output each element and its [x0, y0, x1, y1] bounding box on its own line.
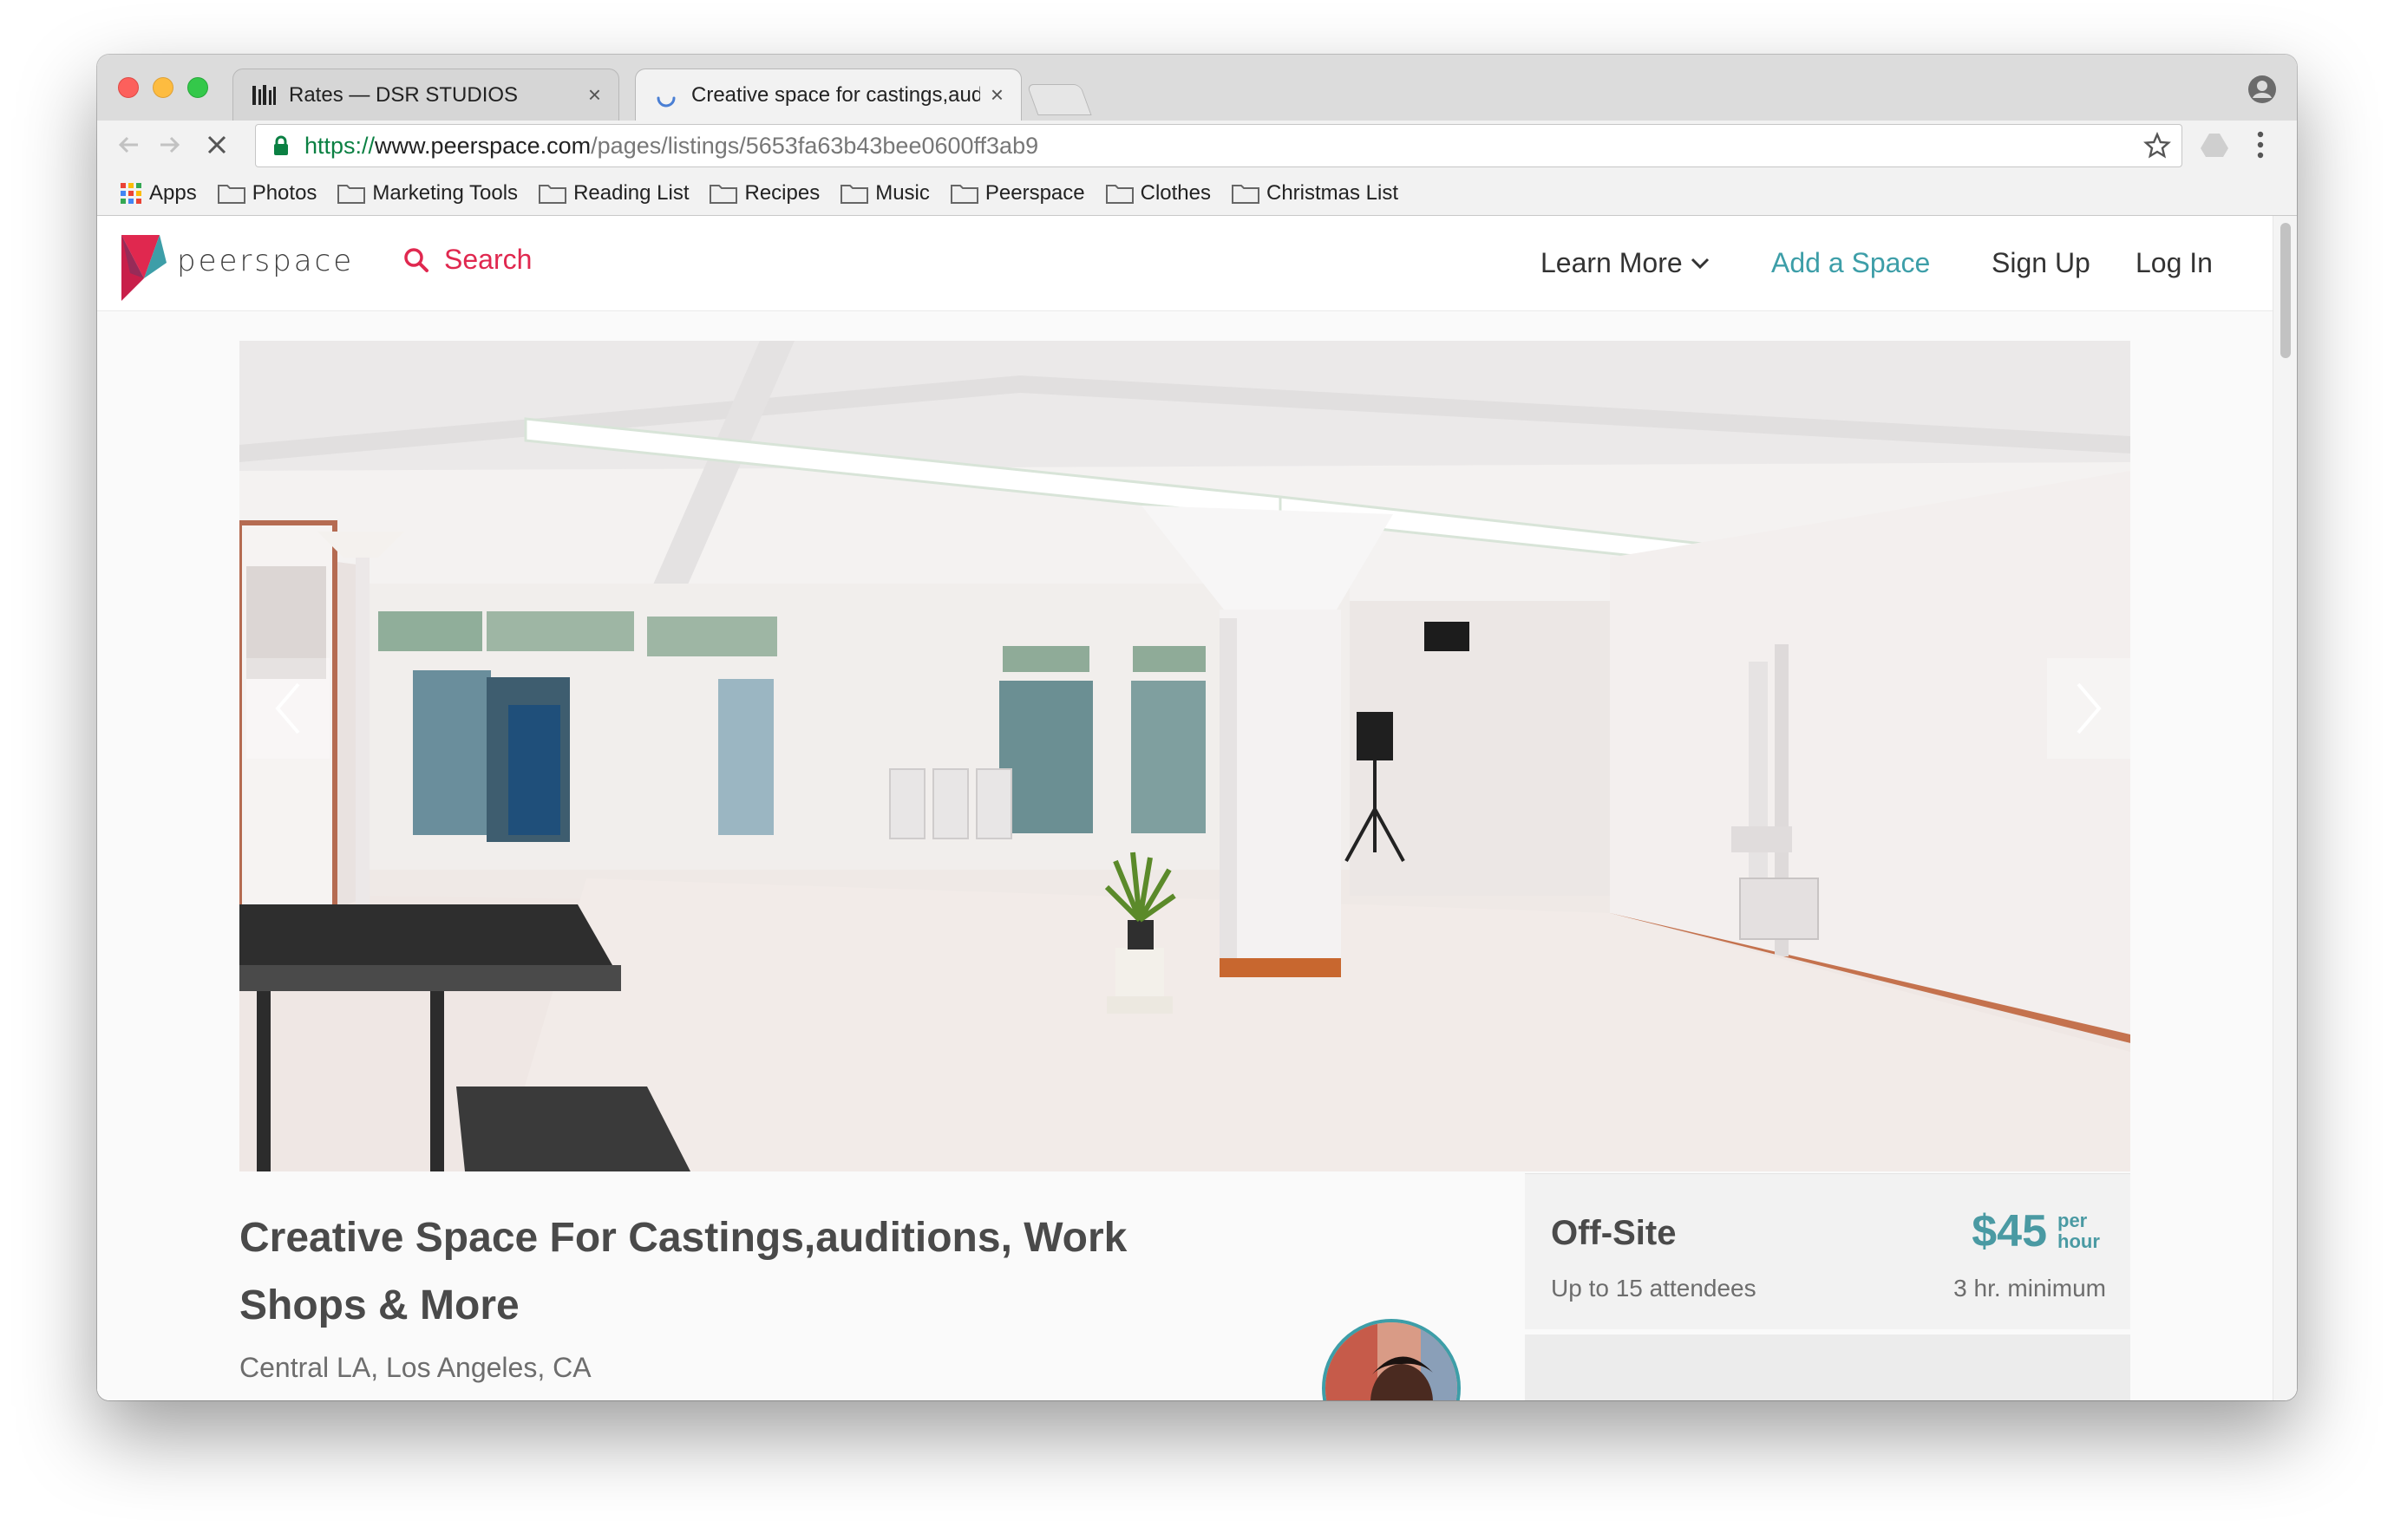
- chevron-right-icon: [2077, 682, 2102, 734]
- listing-photo-carousel[interactable]: [239, 341, 2130, 1171]
- bookmark-label: Photos: [252, 180, 317, 205]
- folder-icon: [950, 184, 978, 204]
- bookmark-clothes[interactable]: Clothes: [1105, 180, 1211, 206]
- bookmark-star-icon[interactable]: [2143, 132, 2171, 160]
- url-path: /pages/listings/5653fa63b43bee0600ff3ab9: [591, 132, 1039, 159]
- back-button[interactable]: [111, 127, 146, 162]
- bookmark-marketing-tools[interactable]: Marketing Tools: [337, 181, 518, 206]
- tab-dsr-studios[interactable]: Rates — DSR STUDIOS ×: [232, 69, 619, 121]
- bookmark-label: Clothes: [1140, 180, 1211, 205]
- folder-icon: [337, 184, 366, 204]
- drive-extension-icon[interactable]: [2200, 131, 2229, 159]
- bookmark-christmas-list[interactable]: Christmas List: [1232, 181, 1398, 206]
- url-protocol: https://: [304, 132, 376, 159]
- carousel-prev-button[interactable]: [246, 658, 330, 759]
- back-arrow-icon: [118, 136, 138, 153]
- minimize-window-button[interactable]: [153, 77, 173, 98]
- nav-sign-up[interactable]: Sign Up: [1992, 247, 2090, 279]
- bookmark-recipes[interactable]: Recipes: [710, 181, 820, 206]
- bookmark-label: Music: [875, 180, 930, 205]
- folder-icon: [539, 184, 567, 204]
- nav-learn-more-label: Learn More: [1540, 247, 1683, 278]
- folder-icon: [1232, 184, 1259, 204]
- bookmark-label: Recipes: [744, 180, 821, 205]
- bookmark-label: Marketing Tools: [372, 180, 519, 205]
- chevron-left-icon: [275, 682, 300, 734]
- nav-add-a-space[interactable]: Add a Space: [1771, 247, 1930, 279]
- apps-grid-icon: [121, 182, 141, 204]
- bookmark-peerspace[interactable]: Peerspace: [950, 180, 1085, 206]
- page-scrollbar[interactable]: [2273, 216, 2297, 1400]
- tab-title: Creative space for castings,auditions, W…: [691, 82, 980, 107]
- listing-title: Creative Space For Castings,auditions, W…: [239, 1215, 1128, 1328]
- folder-icon: [710, 184, 738, 204]
- booking-type: Off-Site: [1551, 1214, 1677, 1252]
- loading-spinner-icon: [657, 96, 676, 107]
- hourly-price: $45: [1972, 1206, 2047, 1256]
- booking-form-area: [1525, 1334, 2130, 1400]
- booking-summary: Off-Site Up to 15 attendees $45 per hour…: [1525, 1173, 2130, 1329]
- url-host: www.peerspace.com: [375, 132, 592, 159]
- close-window-button[interactable]: [118, 77, 139, 98]
- peerspace-wordmark[interactable]: peerspace: [177, 244, 354, 278]
- search-icon: [404, 247, 428, 272]
- tab-close-icon[interactable]: ×: [588, 82, 601, 108]
- tab-creative-space[interactable]: Creative space for castings,auditions, W…: [635, 69, 1022, 121]
- zoom-window-button[interactable]: [187, 77, 208, 98]
- listing-location: Central LA, Los Angeles, CA: [239, 1352, 592, 1383]
- folder-icon: [217, 184, 245, 204]
- tab-title: Rates — DSR STUDIOS: [289, 82, 519, 107]
- booking-minimum: 3 hr. minimum: [1953, 1275, 2106, 1302]
- folder-icon: [841, 184, 869, 204]
- folder-icon: [1105, 184, 1134, 204]
- bookmark-music[interactable]: Music: [841, 181, 930, 206]
- forward-button[interactable]: [153, 127, 187, 162]
- price-unit: per hour: [2057, 1210, 2106, 1252]
- bookmarks-bar: Apps Photos Marketing Tools Reading List…: [97, 171, 2297, 216]
- bookmark-label: Christmas List: [1266, 180, 1399, 205]
- browser-window: Rates — DSR STUDIOS × Creative space for…: [97, 55, 2297, 1400]
- nav-log-in[interactable]: Log In: [2136, 247, 2213, 279]
- carousel-next-button[interactable]: [2047, 658, 2130, 759]
- bookmark-label: Apps: [149, 180, 197, 205]
- price-unit-label: per hour: [2057, 1210, 2100, 1252]
- stop-loading-button[interactable]: [200, 127, 234, 162]
- booking-capacity: Up to 15 attendees: [1551, 1275, 1756, 1302]
- stop-x-icon: [207, 135, 226, 154]
- address-bar[interactable]: https://www.peerspace.com/pages/listings…: [255, 124, 2182, 167]
- bookmark-apps[interactable]: Apps: [120, 181, 197, 206]
- search-link[interactable]: Search: [402, 244, 532, 276]
- lock-icon: [274, 135, 288, 155]
- nav-learn-more[interactable]: Learn More: [1540, 247, 1710, 279]
- new-tab-button[interactable]: [1026, 84, 1092, 115]
- more-menu-icon[interactable]: [2255, 129, 2266, 160]
- forward-arrow-icon: [160, 136, 180, 153]
- chevron-down-icon: [1691, 258, 1709, 269]
- profile-icon[interactable]: [2247, 74, 2278, 105]
- scrollbar-thumb[interactable]: [2280, 223, 2291, 358]
- tab-strip: Rates — DSR STUDIOS × Creative space for…: [97, 55, 2297, 121]
- search-label: Search: [444, 244, 533, 275]
- web-page: peerspace Search Learn More Add a Space …: [97, 216, 2297, 1400]
- bookmark-label: Peerspace: [984, 180, 1085, 205]
- bookmark-reading-list[interactable]: Reading List: [539, 181, 689, 206]
- site-header: peerspace Search Learn More Add a Space …: [97, 216, 2273, 311]
- dsr-favicon-icon: [252, 84, 276, 105]
- tab-close-icon[interactable]: ×: [991, 82, 1004, 108]
- studio-photo: [239, 341, 2130, 1171]
- bookmark-photos[interactable]: Photos: [217, 180, 317, 206]
- browser-toolbar: https://www.peerspace.com/pages/listings…: [97, 121, 2297, 171]
- peerspace-logo-icon[interactable]: [121, 235, 167, 301]
- bookmark-label: Reading List: [573, 180, 690, 205]
